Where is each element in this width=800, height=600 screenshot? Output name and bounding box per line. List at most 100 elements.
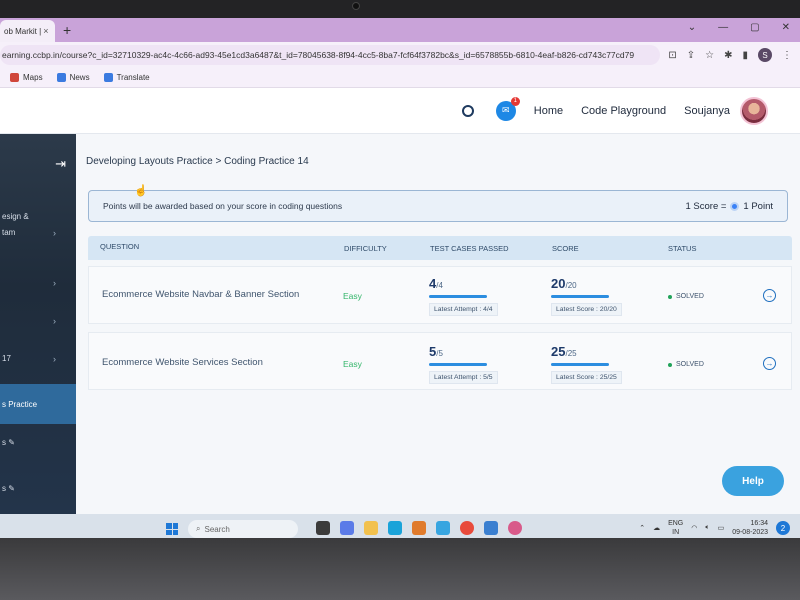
bookmark-label: Maps (23, 73, 43, 82)
sidebar-item[interactable]: esign & (0, 212, 76, 221)
avatar (740, 96, 768, 125)
edge-browser-icon[interactable] (388, 521, 402, 535)
clock-time: 16:34 (750, 520, 768, 527)
lang-top: ENG (668, 520, 684, 527)
status-dot (668, 362, 672, 367)
nav-home-link[interactable]: Home (534, 105, 563, 117)
open-question-arrow-icon[interactable]: → (763, 357, 776, 370)
score-cell: 25/25 Latest Score : 25/25 (551, 343, 622, 384)
taskbar-search[interactable]: ⌕ Search (188, 520, 298, 538)
bookmark-news[interactable]: News (56, 73, 90, 82)
score-cell: 20/20 Latest Score : 20/20 (551, 275, 622, 316)
help-button[interactable]: Help (722, 466, 784, 496)
extensions-icon[interactable]: ✱ (724, 50, 732, 61)
bookmarks-bar: Maps News Translate (0, 68, 800, 88)
column-header-score: SCORE (552, 244, 579, 253)
test-cases-cell: 4/4 Latest Attempt : 4/4 (429, 275, 498, 316)
menu-icon[interactable]: ⋮ (782, 50, 792, 61)
browser-tab-bar: ob Markit | × + ⌄ — ▢ ✕ (0, 18, 800, 42)
install-app-icon[interactable]: ⊡ (668, 50, 676, 61)
profile-avatar[interactable]: S (758, 48, 772, 62)
tab-search-icon[interactable]: ⌄ (688, 22, 696, 33)
notice-text: Points will be awarded based on your sco… (103, 201, 343, 211)
user-menu[interactable]: Soujanya (684, 96, 768, 125)
screen: ob Markit | × + ⌄ — ▢ ✕ earning.ccbp.in/… (0, 18, 800, 538)
app-icon[interactable] (508, 521, 522, 535)
taskbar-apps (316, 521, 522, 535)
status-badge: SOLVED (668, 293, 704, 300)
notification-count-badge[interactable]: 2 (776, 521, 790, 535)
bookmark-maps[interactable]: Maps (10, 73, 43, 82)
system-tray: ⌃ ☁ ENG IN ◠ 🔈︎ ▭ 16:34 09-08-2023 2 (639, 519, 790, 537)
chevron-right-icon: › (53, 354, 56, 364)
maximize-button[interactable]: ▢ (750, 22, 759, 33)
app-icon[interactable] (484, 521, 498, 535)
chevron-right-icon: › (53, 278, 56, 288)
window-controls: ⌄ — ▢ ✕ (688, 22, 790, 33)
browser-tab[interactable]: ob Markit | × (0, 20, 55, 42)
wifi-icon[interactable]: ◠ (691, 524, 697, 532)
chevron-up-icon[interactable]: ⌃ (639, 524, 645, 532)
file-explorer-icon[interactable] (364, 521, 378, 535)
app-header: ✉ 1 Home Code Playground Soujanya (0, 88, 800, 134)
language-indicator[interactable]: ENG IN (668, 519, 683, 537)
table-row[interactable]: Ecommerce Website Services Section Easy … (88, 332, 792, 390)
new-tab-button[interactable]: + (63, 22, 71, 38)
share-icon[interactable]: ⇪ (687, 50, 695, 61)
sidebar-item-active[interactable]: s Practice (0, 384, 76, 424)
score-rule: 1 Score = 1 Point (685, 201, 773, 212)
sidepanel-icon[interactable]: ▮ (742, 50, 748, 61)
store-icon[interactable] (412, 521, 426, 535)
latest-attempt: Latest Attempt : 4/4 (429, 303, 498, 316)
question-title[interactable]: Ecommerce Website Services Section (102, 357, 263, 368)
minimize-button[interactable]: — (718, 22, 728, 33)
sidebar-item-label: tam (2, 228, 16, 237)
tests-progress-bar (429, 363, 487, 366)
mouse-cursor-icon: ☝ (134, 185, 148, 197)
difficulty-label: Easy (343, 359, 362, 369)
task-view-icon[interactable] (316, 521, 330, 535)
translate-icon (103, 73, 113, 82)
question-title[interactable]: Ecommerce Website Navbar & Banner Sectio… (102, 289, 299, 300)
sidebar-item[interactable]: s ✎ (0, 438, 76, 447)
timer-button[interactable] (458, 101, 478, 121)
user-name: Soujanya (684, 104, 730, 117)
notification-badge: 1 (510, 96, 520, 106)
windows-start-icon[interactable] (166, 523, 178, 535)
chrome-icon[interactable] (460, 521, 474, 535)
url-field[interactable]: earning.ccbp.in/course?c_id=32710329-ac4… (0, 45, 661, 65)
score-value: 20 (551, 276, 566, 291)
lang-bottom: IN (672, 529, 680, 536)
chat-app-icon[interactable] (340, 521, 354, 535)
clock[interactable]: 16:34 09-08-2023 (732, 519, 768, 537)
tests-total: /5 (436, 349, 443, 358)
search-placeholder: Search (204, 524, 230, 534)
bookmark-label: Translate (116, 73, 150, 82)
collapse-sidebar-icon[interactable]: ⇥ (55, 156, 66, 172)
bookmark-translate[interactable]: Translate (103, 73, 150, 82)
close-window-button[interactable]: ✕ (782, 22, 790, 33)
breadcrumb[interactable]: Developing Layouts Practice > Coding Pra… (86, 156, 309, 167)
chat-button[interactable]: ✉ 1 (495, 96, 520, 121)
battery-icon[interactable]: ▭ (718, 524, 725, 532)
maps-icon (10, 73, 19, 82)
status-badge: SOLVED (668, 361, 704, 368)
news-icon (56, 73, 66, 82)
nav-code-playground-link[interactable]: Code Playground (581, 105, 666, 117)
volume-icon[interactable]: 🔈︎ (705, 524, 709, 532)
tab-close-icon[interactable]: × (43, 26, 48, 36)
open-question-arrow-icon[interactable]: → (763, 289, 776, 302)
app-l-icon[interactable] (436, 521, 450, 535)
table-row[interactable]: Ecommerce Website Navbar & Banner Sectio… (88, 266, 792, 324)
tests-progress-bar (429, 295, 487, 298)
difficulty-label: Easy (343, 291, 362, 301)
bookmark-star-icon[interactable]: ☆ (705, 50, 714, 61)
sidebar-item[interactable]: s ✎ (0, 484, 76, 493)
sidebar-item[interactable]: tam › (0, 228, 76, 238)
column-header-status: STATUS (668, 244, 697, 253)
cloud-icon[interactable]: ☁ (653, 524, 660, 532)
points-notice: Points will be awarded based on your sco… (88, 190, 788, 222)
main-content: Developing Layouts Practice > Coding Pra… (76, 134, 800, 514)
coin-icon (730, 201, 740, 211)
sidebar-item[interactable]: 17 › (0, 354, 76, 364)
